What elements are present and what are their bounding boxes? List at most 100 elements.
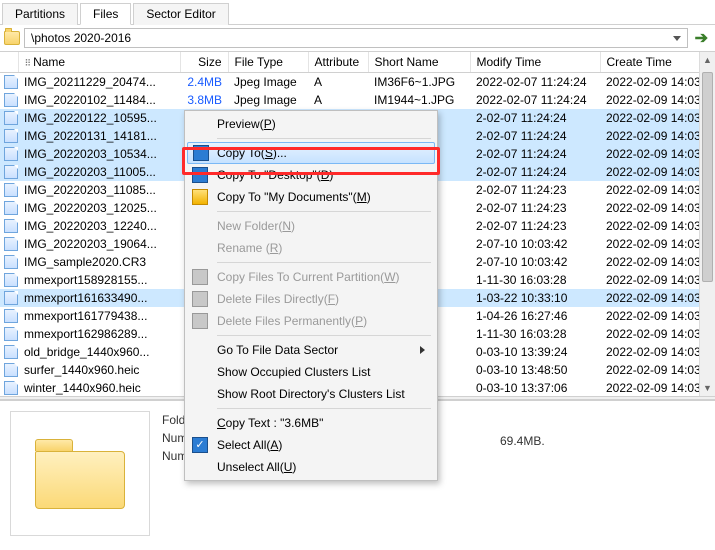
scroll-down-icon[interactable]: ▼ [700, 380, 715, 396]
cell-modify-time: 2-02-07 11:24:24 [470, 127, 600, 145]
ctx-rename[interactable]: Rename (R) [187, 237, 435, 259]
ctx-delete-directly[interactable]: Delete Files Directly(F) [187, 288, 435, 310]
cell-attribute: A [308, 91, 368, 109]
header-name[interactable]: ⠿Name [18, 52, 180, 73]
ctx-copy-desktop[interactable]: Copy To "Desktop"(D) [187, 164, 435, 186]
cell-name: IMG_20220203_12025... [18, 199, 180, 217]
cell-create-time: 2022-02-09 14:03: [600, 235, 715, 253]
partition-icon [192, 269, 208, 285]
vertical-scrollbar[interactable]: ▲ ▼ [699, 52, 715, 396]
cell-create-time: 2022-02-09 14:03: [600, 343, 715, 361]
file-icon [4, 93, 18, 107]
folder-icon [4, 31, 20, 45]
tab-files[interactable]: Files [80, 3, 131, 25]
header-size[interactable]: Size [180, 52, 228, 73]
checkbox-icon [192, 437, 208, 453]
ctx-unselect-all[interactable]: Unselect All(U) [187, 456, 435, 478]
ctx-show-root[interactable]: Show Root Directory's Clusters List [187, 383, 435, 405]
cell-name: mmexport161633490... [18, 289, 180, 307]
tab-sector-editor[interactable]: Sector Editor [133, 3, 228, 25]
cell-modify-time: 2-02-07 11:24:24 [470, 109, 600, 127]
cell-modify-time: 0-03-10 13:37:06 [470, 379, 600, 397]
file-icon [4, 165, 18, 179]
cell-name: IMG_20220203_11085... [18, 181, 180, 199]
cell-modify-time: 2-07-10 10:03:42 [470, 235, 600, 253]
ctx-preview[interactable]: Preview(P) [187, 113, 435, 135]
cell-modify-time: 2-02-07 11:24:23 [470, 181, 600, 199]
cell-create-time: 2022-02-09 14:03: [600, 199, 715, 217]
file-icon [4, 273, 18, 287]
top-tabs: Partitions Files Sector Editor [0, 0, 715, 25]
ctx-copy-current-partition[interactable]: Copy Files To Current Partition(W) [187, 266, 435, 288]
cell-create-time: 2022-02-09 14:03: [600, 73, 715, 91]
table-row[interactable]: IMG_20220102_11484...3.8MBJpeg ImageAIM1… [0, 91, 715, 109]
cell-name: old_bridge_1440x960... [18, 343, 180, 361]
cell-create-time: 2022-02-09 14:03: [600, 217, 715, 235]
path-input[interactable]: \photos 2020-2016 [24, 28, 688, 48]
go-arrow-icon[interactable]: ➔ [692, 28, 711, 48]
cell-create-time: 2022-02-09 14:03: [600, 289, 715, 307]
cell-name: mmexport161779438... [18, 307, 180, 325]
file-icon [4, 219, 18, 233]
header-create-time[interactable]: Create Time [600, 52, 715, 73]
cell-attribute: A [308, 73, 368, 91]
tab-partitions[interactable]: Partitions [2, 3, 78, 25]
file-icon [4, 237, 18, 251]
ctx-copy-to[interactable]: Copy To(S)... [187, 142, 435, 164]
ctx-goto-sector[interactable]: Go To File Data Sector [187, 339, 435, 361]
cell-name: IMG_20220203_12240... [18, 217, 180, 235]
cell-modify-time: 1-11-30 16:03:28 [470, 325, 600, 343]
cell-modify-time: 2-02-07 11:24:23 [470, 199, 600, 217]
ctx-separator [217, 211, 431, 212]
table-row[interactable]: IMG_20211229_20474...2.4MBJpeg ImageAIM3… [0, 73, 715, 91]
cell-size: 3.8MB [180, 91, 228, 109]
header-file-type[interactable]: File Type [228, 52, 308, 73]
desktop-icon [192, 167, 208, 183]
cell-name: mmexport162986289... [18, 325, 180, 343]
file-icon [4, 183, 18, 197]
file-icon [4, 147, 18, 161]
ctx-copy-docs[interactable]: Copy To "My Documents"(M) [187, 186, 435, 208]
scroll-thumb[interactable] [702, 72, 713, 282]
header-short-name[interactable]: Short Name [368, 52, 470, 73]
ctx-separator [217, 335, 431, 336]
cell-create-time: 2022-02-09 14:03: [600, 271, 715, 289]
cell-create-time: 2022-02-09 14:03: [600, 91, 715, 109]
ctx-separator [217, 262, 431, 263]
file-icon [4, 363, 18, 377]
cell-create-time: 2022-02-09 14:03: [600, 325, 715, 343]
cell-create-time: 2022-02-09 14:03: [600, 127, 715, 145]
cell-short-name: IM1944~1.JPG [368, 91, 470, 109]
cell-modify-time: 1-03-22 10:33:10 [470, 289, 600, 307]
cell-size: 2.4MB [180, 73, 228, 91]
documents-folder-icon [192, 189, 208, 205]
chevron-down-icon[interactable] [673, 36, 681, 41]
scroll-up-icon[interactable]: ▲ [700, 52, 715, 68]
header-attribute[interactable]: Attribute [308, 52, 368, 73]
cell-name: IMG_20220122_10595... [18, 109, 180, 127]
path-text: \photos 2020-2016 [31, 31, 131, 45]
cell-modify-time: 2022-02-07 11:24:24 [470, 73, 600, 91]
ctx-delete-permanently[interactable]: Delete Files Permanently(P) [187, 310, 435, 332]
file-icon [4, 201, 18, 215]
ctx-show-occupied[interactable]: Show Occupied Clusters List [187, 361, 435, 383]
ctx-new-folder[interactable]: New Folder(N) [187, 215, 435, 237]
path-bar: \photos 2020-2016 ➔ [0, 25, 715, 52]
ctx-select-all[interactable]: Select All(A) [187, 434, 435, 456]
cell-modify-time: 1-04-26 16:27:46 [470, 307, 600, 325]
cell-create-time: 2022-02-09 14:03: [600, 307, 715, 325]
cell-modify-time: 2-02-07 11:24:24 [470, 163, 600, 181]
header-icon[interactable] [0, 52, 18, 73]
cell-name: IMG_20220102_11484... [18, 91, 180, 109]
cell-file-type: Jpeg Image [228, 91, 308, 109]
cell-name: IMG_20220131_14181... [18, 127, 180, 145]
header-modify-time[interactable]: Modify Time [470, 52, 600, 73]
file-icon [4, 381, 18, 395]
file-icon [4, 327, 18, 341]
cell-create-time: 2022-02-09 14:03: [600, 379, 715, 397]
ctx-copy-text[interactable]: Copy Text : "3.6MB" [187, 412, 435, 434]
cell-modify-time: 2-02-07 11:24:23 [470, 217, 600, 235]
cell-name: winter_1440x960.heic [18, 379, 180, 397]
cell-name: mmexport158928155... [18, 271, 180, 289]
file-icon [4, 255, 18, 269]
